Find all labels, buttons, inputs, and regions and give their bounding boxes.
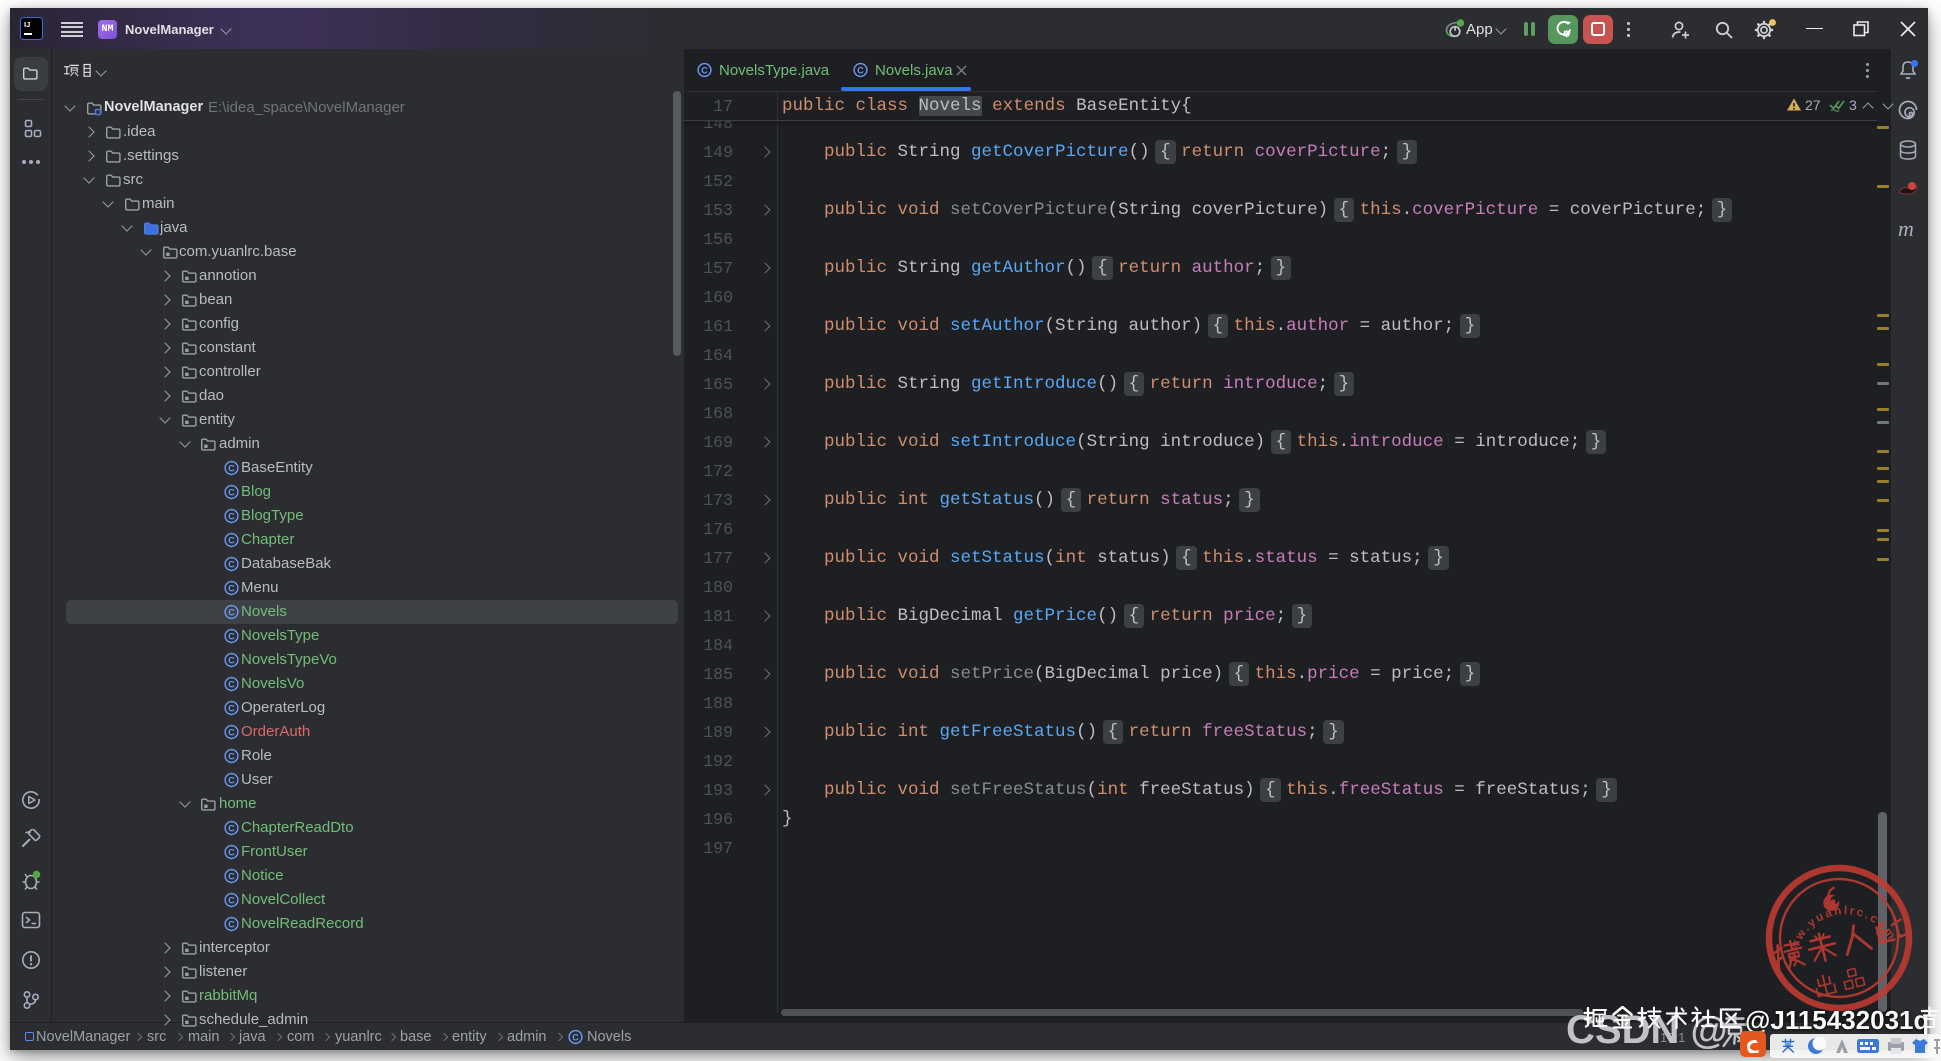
svg-text:C: C xyxy=(228,871,235,881)
svg-text:C: C xyxy=(572,1032,579,1042)
svg-text:C: C xyxy=(228,775,235,785)
svg-text:C: C xyxy=(228,679,235,689)
svg-text:C: C xyxy=(228,511,235,521)
svg-text:C: C xyxy=(228,703,235,713)
svg-text:C: C xyxy=(228,727,235,737)
svg-text:C: C xyxy=(228,583,235,593)
svg-text:C: C xyxy=(228,895,235,905)
svg-text:C: C xyxy=(228,559,235,569)
svg-text:C: C xyxy=(228,463,235,473)
svg-text:C: C xyxy=(228,535,235,545)
svg-text:C: C xyxy=(228,631,235,641)
svg-text:C: C xyxy=(228,919,235,929)
svg-text:IJ: IJ xyxy=(24,20,30,29)
svg-text:C: C xyxy=(857,65,864,75)
svg-text:C: C xyxy=(228,607,235,617)
svg-text:C: C xyxy=(228,655,235,665)
svg-text:C: C xyxy=(228,751,235,761)
svg-text:C: C xyxy=(228,823,235,833)
svg-text:C: C xyxy=(701,65,708,75)
svg-text:C: C xyxy=(228,847,235,857)
svg-text:C: C xyxy=(228,487,235,497)
